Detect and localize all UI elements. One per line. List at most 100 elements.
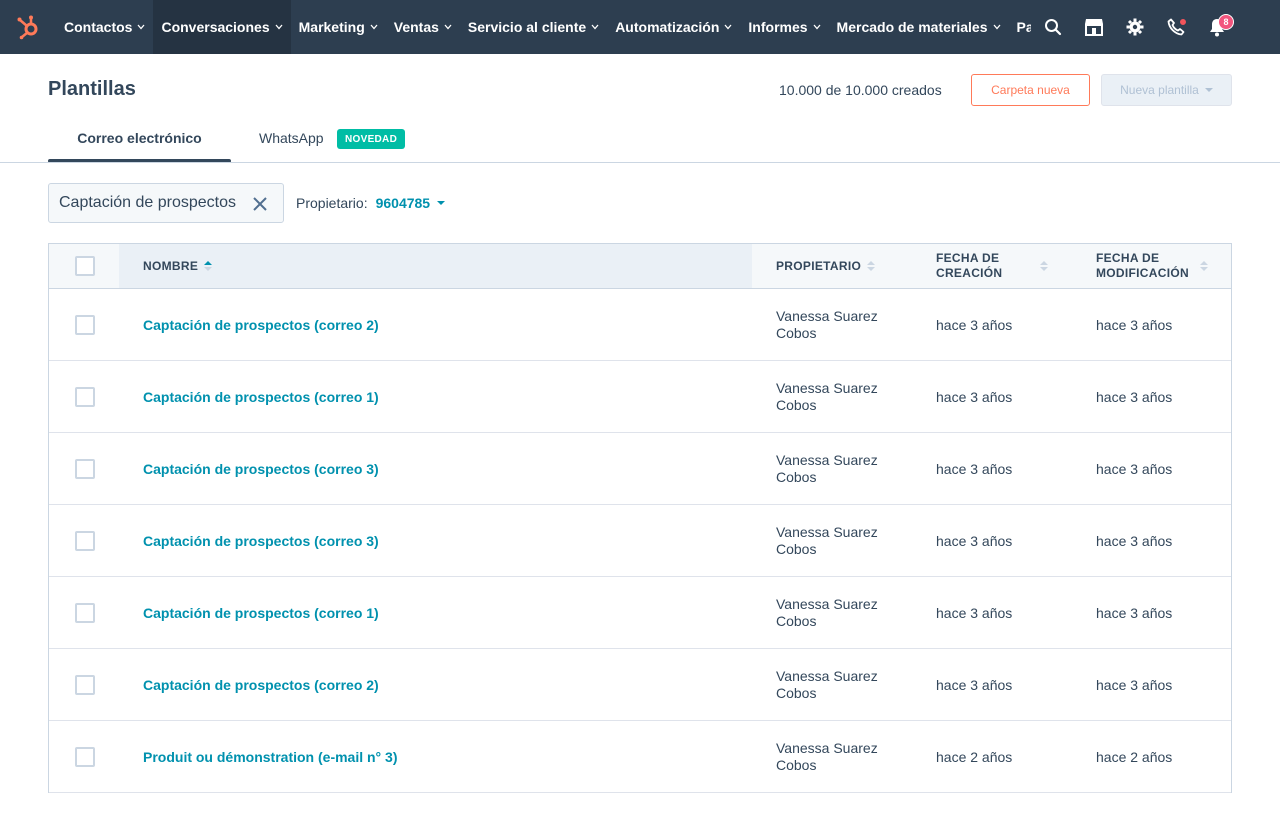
created-date-cell: hace 3 años [936,460,1013,477]
owner-name-line2: Cobos [776,684,817,701]
owner-filter-value: 9604785 [375,195,431,211]
nav-item-label: Informes [748,19,808,35]
page-title: Plantillas [48,78,136,100]
bell-icon[interactable]: 8 [1196,0,1237,54]
modified-date-cell: hace 3 años [1096,460,1173,477]
nav-item-label: Part [1016,19,1031,35]
nav-item-0[interactable]: Contactos [56,0,153,54]
row-select-cell [75,721,95,792]
hubspot-logo-icon[interactable] [0,0,56,54]
owner-name: Vanessa Suarez Cobos [776,596,878,630]
column-name-label: NOMBRE [143,258,199,273]
modified-date-cell: hace 3 años [1096,388,1173,405]
column-modified-label: FECHA DE MODIFICACIÓN [1096,251,1189,281]
column-created-line1: FECHA DE [936,251,1000,265]
column-header-name[interactable]: NOMBRE [119,244,752,288]
created-date-cell: hace 2 años [936,748,1013,765]
sort-icon [1200,261,1208,271]
owner-name: Vanessa Suarez Cobos [776,380,878,414]
template-name-link[interactable]: Captación de prospectos (correo 1) [143,361,379,432]
row-select-cell [75,505,95,576]
owner-cell: Vanessa Suarez Cobos [776,361,916,432]
template-name-link[interactable]: Produit ou démonstration (e-mail n° 3) [143,721,398,792]
nav-item-4[interactable]: Servicio al cliente [460,0,607,54]
caret-down-icon [1204,88,1213,92]
nav-item-1[interactable]: Conversaciones [153,0,291,54]
template-name-link[interactable]: Captación de prospectos (correo 3) [143,433,379,504]
owner-name: Vanessa Suarez Cobos [776,668,878,702]
chevron-down-icon [724,24,732,30]
table-header: NOMBRE PROPIETARIO FECHA DE CREACIÓN FECH… [49,244,1231,289]
owner-name-line2: Cobos [776,540,817,557]
modified-date-cell: hace 3 años [1096,604,1173,621]
tab-whatsapp[interactable]: WhatsApp [259,130,324,146]
row-checkbox[interactable] [75,674,95,695]
column-header-modified[interactable]: FECHA DE MODIFICACIÓN [1096,244,1208,288]
tab-email[interactable]: Correo electrónico [48,130,231,146]
search-input[interactable] [59,194,239,212]
template-name-link[interactable]: Captación de prospectos (correo 1) [143,577,379,648]
owner-name-line2: Cobos [776,324,817,341]
column-created-label: FECHA DE CREACIÓN [936,251,1002,281]
row-checkbox[interactable] [75,746,95,767]
row-select-cell [75,649,95,720]
chevron-down-icon [137,24,145,30]
search-icon[interactable] [1032,0,1073,54]
modified-date-cell: hace 3 años [1096,676,1173,693]
owner-name-line1: Vanessa Suarez [776,667,878,684]
marketplace-icon[interactable] [1073,0,1114,54]
template-name-link[interactable]: Captación de prospectos (correo 2) [143,289,379,360]
nav-item-7[interactable]: Mercado de materiales [829,0,1009,54]
owner-name-line1: Vanessa Suarez [776,307,878,324]
nav-item-8[interactable]: Part [1009,0,1031,54]
created-date-cell: hace 3 años [936,532,1013,549]
sort-icon [1040,261,1048,271]
nav-item-5[interactable]: Automatización [607,0,740,54]
nav-item-label: Contactos [64,19,133,35]
created-date-cell: hace 3 años [936,316,1013,333]
template-name-link[interactable]: Captación de prospectos (correo 2) [143,649,379,720]
nav-menu: Contactos Conversaciones Marketing Ventas Se… [56,0,1031,54]
phone-icon[interactable] [1155,0,1196,54]
column-header-created[interactable]: FECHA DE CREACIÓN [936,244,1048,288]
row-checkbox[interactable] [75,602,95,623]
owner-name-line1: Vanessa Suarez [776,739,878,756]
row-select-cell [75,577,95,648]
template-name-link[interactable]: Captación de prospectos (correo 3) [143,505,379,576]
new-folder-button[interactable]: Carpeta nueva [971,74,1090,106]
table-row: Captación de prospectos (correo 3) Vaness… [49,433,1231,505]
owner-name-line1: Vanessa Suarez [776,595,878,612]
owner-name-line2: Cobos [776,468,817,485]
nav-item-label: Servicio al cliente [467,19,587,35]
nav-item-2[interactable]: Marketing [291,0,386,54]
owner-name: Vanessa Suarez Cobos [776,308,878,342]
nav-item-6[interactable]: Informes [740,0,828,54]
row-checkbox[interactable] [75,386,95,407]
row-checkbox[interactable] [75,458,95,479]
owner-cell: Vanessa Suarez Cobos [776,433,916,504]
select-all-checkbox[interactable] [75,256,95,276]
nav-item-3[interactable]: Ventas [386,0,460,54]
owner-name: Vanessa Suarez Cobos [776,452,878,486]
chevron-down-icon [370,24,378,30]
column-modified-line1: FECHA DE [1096,251,1160,265]
gear-icon[interactable] [1114,0,1155,54]
column-owner-label: PROPIETARIO [776,258,862,273]
owner-filter-dropdown[interactable]: 9604785 [376,195,446,211]
table-body: Captación de prospectos (correo 2) Vaness… [49,289,1231,793]
chevron-down-icon [444,24,452,30]
column-header-owner[interactable]: PROPIETARIO [776,244,876,288]
created-date-cell: hace 3 años [936,676,1013,693]
owner-cell: Vanessa Suarez Cobos [776,649,916,720]
sort-ascending-icon [204,261,213,271]
owner-cell: Vanessa Suarez Cobos [776,289,916,360]
chevron-down-icon [813,24,821,30]
new-template-button[interactable]: Nueva plantilla [1101,74,1232,106]
tabs-divider [0,162,1280,163]
row-checkbox[interactable] [75,314,95,335]
modified-date-cell: hace 3 años [1096,532,1173,549]
new-feature-badge: NOVEDAD [337,129,406,149]
row-checkbox[interactable] [75,530,95,551]
created-date-cell: hace 3 años [936,604,1013,621]
clear-search-icon[interactable] [251,195,269,213]
